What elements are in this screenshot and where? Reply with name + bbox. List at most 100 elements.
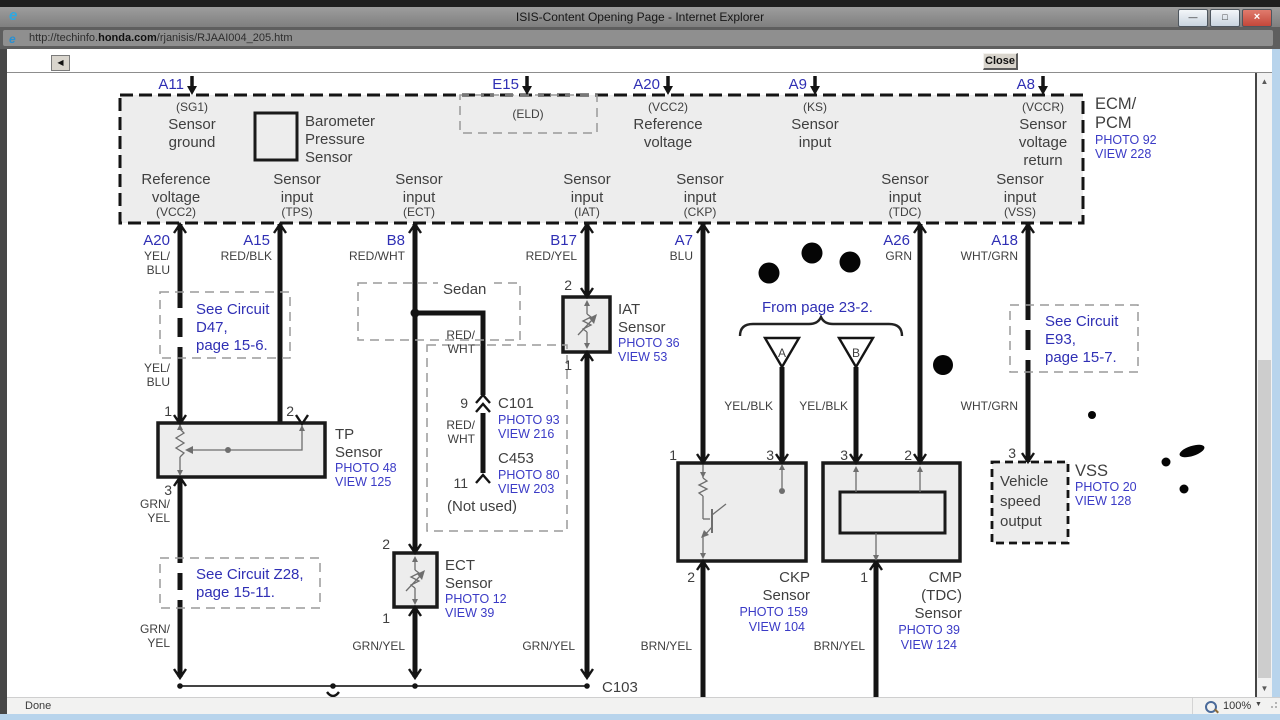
c101-photo: PHOTO 93	[498, 413, 560, 427]
minimize-button[interactable]: —	[1178, 9, 1208, 27]
col3-l1: Sensor	[563, 171, 611, 188]
from-page-brace	[738, 313, 904, 337]
vertical-scrollbar[interactable]: ▲ ▼	[1257, 73, 1272, 697]
close-window-button[interactable]: ×	[1242, 9, 1272, 27]
vss-photo: PHOTO 20	[1075, 480, 1137, 494]
w-b17: RED/YEL	[526, 249, 578, 263]
tp-name-2: Sensor	[335, 444, 383, 461]
pin-a15: A15	[243, 232, 270, 249]
scroll-up-icon[interactable]: ▲	[1257, 73, 1272, 90]
tp-pin3: 3	[164, 482, 172, 498]
resize-grip[interactable]	[1271, 706, 1273, 708]
iat-pin1: 1	[564, 357, 572, 373]
iat-name-1: IAT	[618, 301, 640, 318]
ecm-photo: PHOTO 92	[1095, 133, 1157, 147]
ect-view: VIEW 39	[445, 606, 494, 620]
c103-id: C103	[602, 679, 638, 696]
vccr-l3: return	[1023, 152, 1062, 169]
close-page-button[interactable]: Close	[983, 53, 1018, 70]
tp-view: VIEW 125	[335, 475, 391, 489]
col5-sub: (TDC)	[889, 205, 922, 219]
w-grn2: GRN/	[140, 622, 171, 636]
sg1-sub: (SG1)	[176, 100, 208, 114]
pin-label-e15: E15	[492, 76, 519, 93]
barometer-l2: Pressure	[305, 131, 365, 148]
ckp-pin2: 2	[687, 569, 695, 585]
c453-pin: 11	[453, 475, 468, 491]
ks-l2: input	[799, 134, 832, 151]
col0-l2: voltage	[152, 189, 200, 206]
triangle-a-label: A	[778, 346, 786, 360]
ckp-photo: PHOTO 159	[739, 605, 808, 619]
vccr-sub: (VCCR)	[1022, 100, 1064, 114]
w-a15: RED/BLK	[221, 249, 272, 263]
pin-label-a20-top: A20	[633, 76, 660, 93]
col1-l2: input	[281, 189, 314, 206]
zoom-dropdown-icon[interactable]: ▼	[1255, 701, 1262, 708]
w-a20-2: BLU	[147, 263, 170, 277]
wiring-diagram: A11 E15 A20 A9 A8 (SG1) Sensor ground Ba…	[118, 76, 1205, 697]
status-bar: Done 100% ▼	[7, 697, 1280, 714]
ect-pin2: 2	[382, 536, 390, 552]
ecm-top-pins	[190, 76, 1045, 88]
barometer-sensor-box	[253, 111, 299, 162]
c103-bus-line	[177, 683, 590, 697]
w-wht1: WHT	[448, 342, 476, 356]
ckp-name-2: Sensor	[762, 587, 810, 604]
col5-l1: Sensor	[881, 171, 929, 188]
w-yel1: YEL	[147, 511, 170, 525]
sedan-label: Sedan	[443, 281, 486, 298]
cmp-photo: PHOTO 39	[898, 623, 960, 637]
w-a20-1: YEL/	[144, 249, 171, 263]
pin-label-a9: A9	[789, 76, 807, 93]
w-grn1: GRN/	[140, 497, 171, 511]
pin-label-a11: A11	[158, 76, 184, 93]
vss-box-l2: speed	[1000, 493, 1041, 510]
w-a26: GRN	[885, 249, 912, 263]
w-yel2: YEL/	[144, 361, 171, 375]
cmp-name-1: CMP	[929, 569, 962, 586]
maximize-button[interactable]: □	[1210, 9, 1240, 27]
w-wht2: WHT	[448, 432, 476, 446]
scroll-down-icon[interactable]: ▼	[1257, 680, 1272, 697]
title-bar[interactable]: e ISIS-Content Opening Page - Internet E…	[0, 7, 1280, 27]
scrollbar-thumb[interactable]	[1258, 360, 1271, 678]
ect-name-1: ECT	[445, 557, 475, 574]
col2-l1: Sensor	[395, 171, 443, 188]
vss-pin3: 3	[1008, 445, 1016, 461]
c453-id: C453	[498, 450, 534, 467]
col5-l2: input	[889, 189, 922, 206]
pin-a20: A20	[143, 232, 170, 249]
col1-sub: (TPS)	[281, 205, 312, 219]
zoom-level[interactable]: 100%	[1223, 699, 1251, 714]
d47-l2: D47,	[196, 319, 228, 336]
pin-a7: A7	[675, 232, 693, 249]
w-blu2: BLU	[147, 375, 170, 389]
window-frame-left	[0, 49, 7, 714]
back-button[interactable]: ◀	[51, 55, 70, 71]
pin-a18: A18	[991, 232, 1018, 249]
ks-sub: (KS)	[803, 100, 827, 114]
ecm-name-2: PCM	[1095, 114, 1132, 132]
z28-l1: See Circuit Z28,	[196, 566, 304, 583]
w-yel3: YEL	[147, 636, 170, 650]
cmp-view: VIEW 124	[901, 638, 957, 652]
col4-l2: input	[684, 189, 717, 206]
ect-pin1: 1	[382, 610, 390, 626]
d47-l3: page 15-6.	[196, 337, 268, 354]
window-frame-right	[1272, 49, 1280, 720]
col6-l1: Sensor	[996, 171, 1044, 188]
url-field[interactable]: e http://techinfo.honda.com/rjanisis/RJA…	[3, 30, 1273, 46]
w-yelblk2: YEL/BLK	[799, 399, 848, 413]
ect-photo: PHOTO 12	[445, 592, 507, 606]
ecm-view: VIEW 228	[1095, 147, 1151, 161]
status-separator	[1192, 698, 1193, 714]
c101-pin: 9	[460, 395, 468, 411]
ckp-pin1: 1	[669, 447, 677, 463]
ckp-sensor-box	[676, 461, 808, 563]
page-favicon-icon: e	[9, 32, 16, 46]
vss-box-l1: Vehicle	[1000, 473, 1048, 490]
not-used: (Not used)	[447, 498, 517, 515]
pin-b8: B8	[387, 232, 405, 249]
vss-view: VIEW 128	[1075, 494, 1131, 508]
